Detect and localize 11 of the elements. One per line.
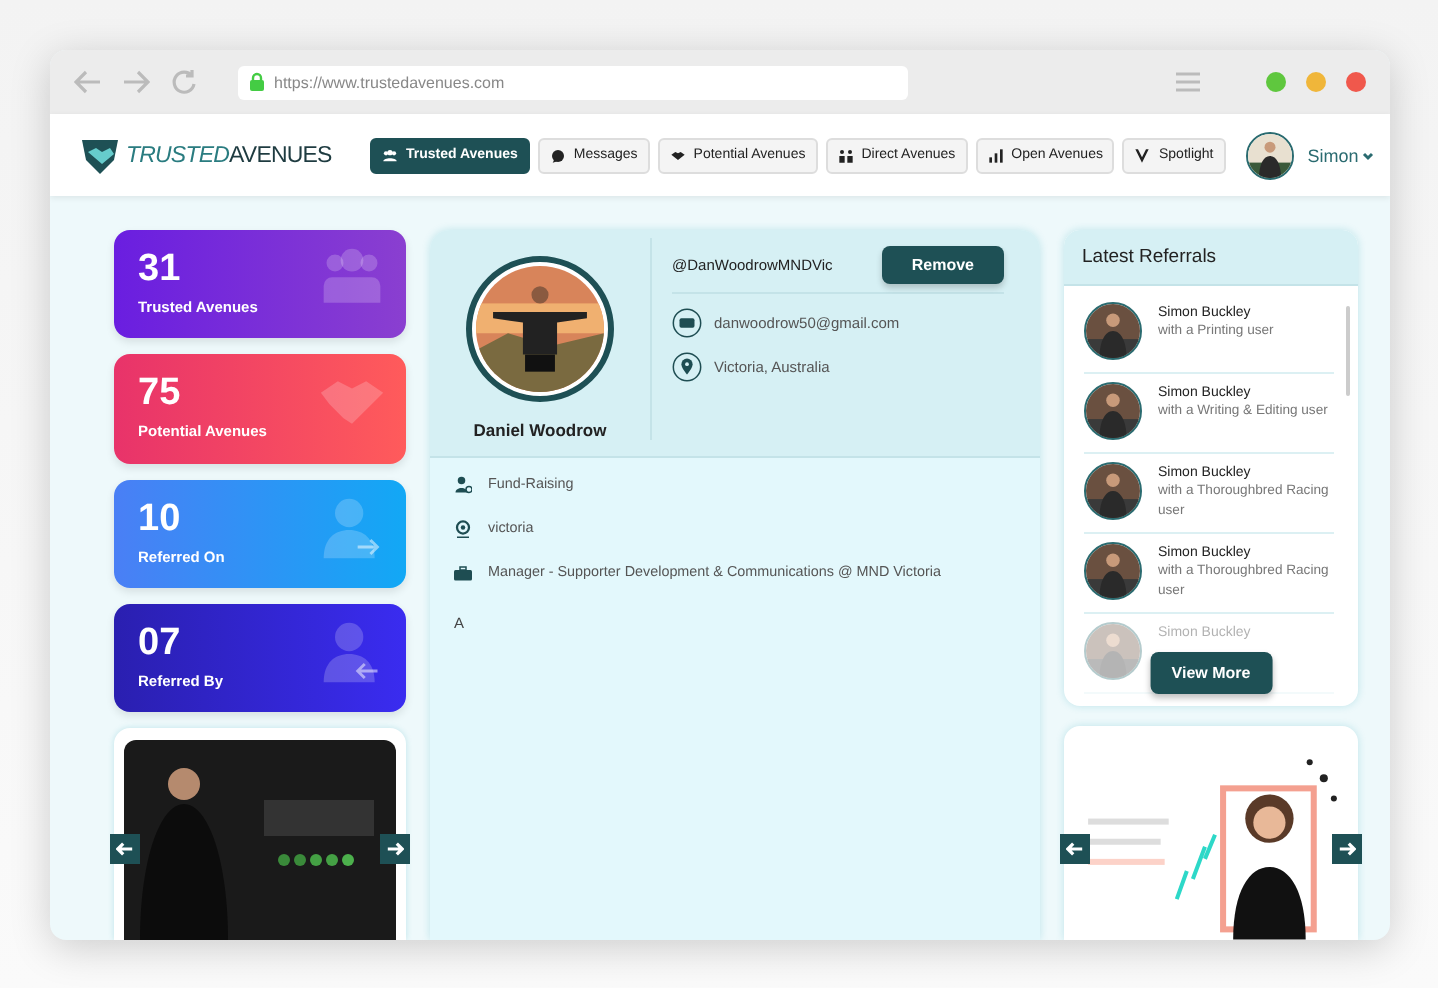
logo-text: TRUSTEDAVENUES (126, 143, 332, 167)
stat-value: 31 (138, 248, 181, 292)
user-menu[interactable]: Simon (1307, 145, 1375, 165)
remove-button[interactable]: Remove (881, 246, 1004, 284)
address-bar[interactable]: https://www.trustedavenues.com (238, 65, 908, 99)
stat-value: 07 (138, 621, 181, 666)
view-more-button[interactable]: View More (1149, 652, 1273, 695)
stat-value: 75 (138, 372, 181, 417)
stat-value: 10 (138, 497, 181, 541)
card-title: Latest Referrals (1082, 246, 1217, 268)
profile-name: Daniel Woodrow (473, 420, 607, 440)
